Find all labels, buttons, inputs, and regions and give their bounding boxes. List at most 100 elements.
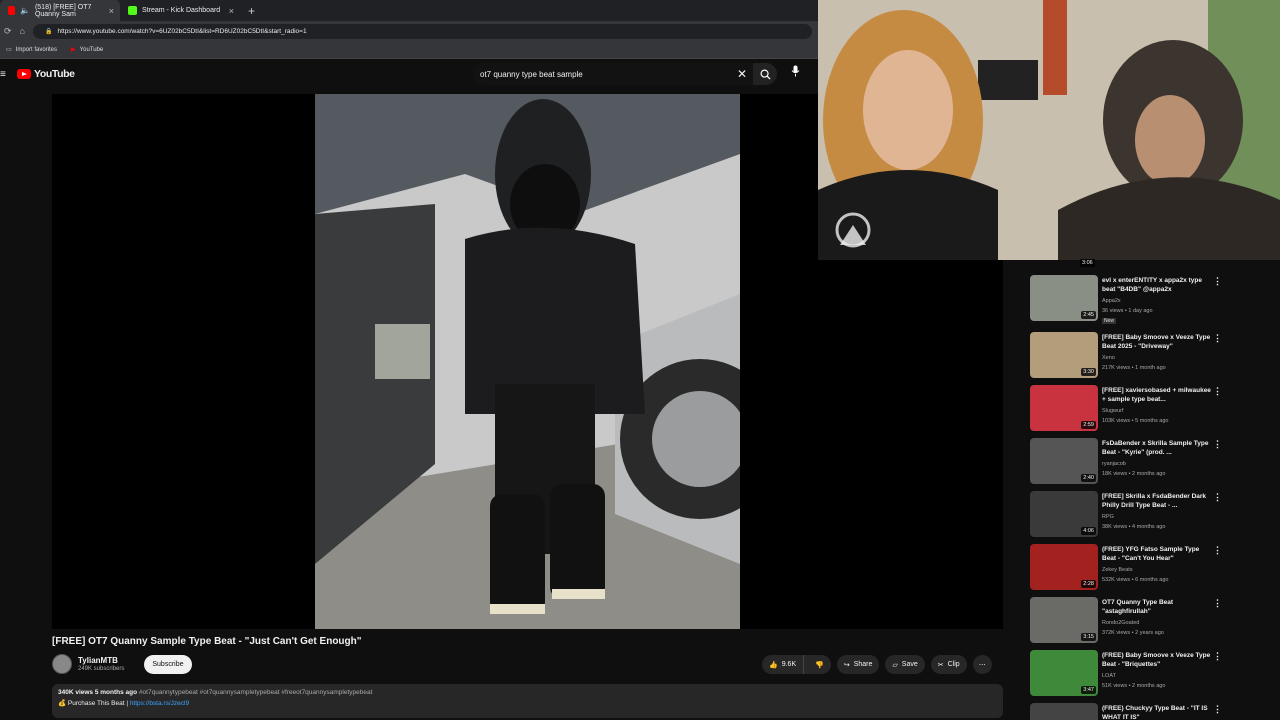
more-options-icon[interactable]: ⋮ bbox=[1213, 333, 1222, 344]
views-date: 340K views 5 months ago bbox=[58, 689, 138, 696]
related-video-meta: 51K views • 2 months ago bbox=[1102, 683, 1166, 689]
search-input[interactable]: ot7 quanny type beat sample ✕ bbox=[473, 63, 753, 85]
related-video-title[interactable]: OT7 Quanny Type Beat "astaghfirullah" bbox=[1102, 598, 1212, 617]
save-label: Save bbox=[901, 661, 918, 668]
related-video-item[interactable]: 2:40 FsDaBender x Skrilla Sample Type Be… bbox=[1010, 436, 1280, 486]
related-video-meta: 36 views • 1 day ago bbox=[1102, 308, 1153, 314]
related-video-item[interactable]: 2:59 [FREE] xaviersobased + milwaukee + … bbox=[1010, 383, 1280, 433]
related-video-channel[interactable]: RPG bbox=[1102, 514, 1114, 520]
search-button[interactable] bbox=[753, 63, 777, 85]
more-options-icon[interactable]: ⋮ bbox=[1213, 651, 1222, 662]
menu-icon[interactable]: ≡ bbox=[0, 69, 6, 80]
video-thumbnail[interactable]: 4:06 bbox=[1030, 491, 1098, 537]
video-thumbnail[interactable]: 2:59 bbox=[1030, 385, 1098, 431]
webcam-image bbox=[818, 0, 1280, 260]
related-video-item[interactable]: 3:47 (FREE) Baby Smoove x Veeze Type Bea… bbox=[1010, 648, 1280, 698]
related-video-channel[interactable]: LOAT bbox=[1102, 673, 1116, 679]
related-video-title[interactable]: evl x enterENTITY x appa2x type beat "B4… bbox=[1102, 276, 1212, 295]
more-icon: ⋯ bbox=[978, 661, 986, 669]
related-video-title[interactable]: [FREE] Skrilla x FsdaBender Dark Philly … bbox=[1102, 492, 1212, 511]
video-thumbnail[interactable]: 3:47 bbox=[1030, 650, 1098, 696]
duration-badge: 3:47 bbox=[1081, 686, 1096, 694]
youtube-play-icon bbox=[17, 69, 31, 79]
channel-avatar[interactable] bbox=[52, 654, 72, 674]
related-video-title[interactable]: (FREE) Baby Smoove x Veeze Type Beat - "… bbox=[1102, 651, 1212, 670]
close-tab-icon[interactable]: × bbox=[109, 6, 114, 16]
duration-badge: 2:40 bbox=[1081, 474, 1096, 482]
related-video-title[interactable]: [FREE] Baby Smoove x Veeze Type Beat 202… bbox=[1102, 333, 1212, 352]
reload-icon[interactable]: ⟳ bbox=[4, 26, 12, 37]
video-actions: 👍 9.6K 👎 ↪ Share ▱ Save ✂ Clip ⋯ bbox=[762, 655, 992, 674]
video-thumbnail[interactable]: 2:45 bbox=[1030, 275, 1098, 321]
share-label: Share bbox=[853, 661, 873, 668]
like-button[interactable]: 👍 9.6K bbox=[762, 655, 805, 674]
video-thumbnail[interactable]: 3:30 bbox=[1030, 332, 1098, 378]
clip-button[interactable]: ✂ Clip bbox=[930, 655, 967, 674]
like-dislike-group: 👍 9.6K 👎 bbox=[762, 655, 831, 674]
subscriber-count: 249K subscribers bbox=[78, 666, 125, 672]
url-input[interactable]: 🔒 https://www.youtube.com/watch?v=6UZ02b… bbox=[32, 23, 812, 39]
video-thumbnail[interactable]: 2:28 bbox=[1030, 544, 1098, 590]
bookmark-import-favorites[interactable]: ▭ Import favorites bbox=[6, 46, 57, 53]
related-video-item[interactable]: 3:15 OT7 Quanny Type Beat "astaghfirulla… bbox=[1010, 595, 1280, 645]
thumbs-down-icon: 👎 bbox=[815, 661, 824, 669]
tab-kick[interactable]: Stream - Kick Dashboard × bbox=[120, 0, 240, 21]
more-options-icon[interactable]: ⋮ bbox=[1213, 545, 1222, 556]
related-video-item[interactable]: (FREE) Chuckyy Type Beat - "IT IS WHAT I… bbox=[1010, 701, 1280, 720]
related-video-channel[interactable]: Xeno bbox=[1102, 355, 1115, 361]
save-icon: ▱ bbox=[892, 661, 898, 669]
address-bar: ⟳ ⌂ 🔒 https://www.youtube.com/watch?v=6U… bbox=[0, 21, 818, 41]
related-video-channel[interactable]: Rondo2Goated bbox=[1102, 620, 1139, 626]
duration-badge: 2:45 bbox=[1081, 311, 1096, 319]
related-video-item[interactable]: 2:28 (FREE) YFG Fatso Sample Type Beat -… bbox=[1010, 542, 1280, 592]
subscribe-button[interactable]: Subscribe bbox=[144, 654, 192, 674]
bookmarks-bar: ▭ Import favorites ▶ YouTube bbox=[0, 41, 818, 59]
related-video-item[interactable]: 4:06 [FREE] Skrilla x FsdaBender Dark Ph… bbox=[1010, 489, 1280, 539]
video-thumbnail[interactable]: 2:40 bbox=[1030, 438, 1098, 484]
tab-youtube[interactable]: 🔈 (518) [FREE] OT7 Quanny Sam × bbox=[0, 0, 120, 21]
more-options-icon[interactable]: ⋮ bbox=[1213, 598, 1222, 609]
share-button[interactable]: ↪ Share bbox=[836, 655, 880, 674]
related-videos-sidebar: 2:45 evl x enterENTITY x appa2x type bea… bbox=[1010, 260, 1280, 720]
video-frame bbox=[315, 94, 740, 629]
related-video-channel[interactable]: Zekey Beats bbox=[1102, 567, 1133, 573]
related-video-title[interactable]: (FREE) Chuckyy Type Beat - "IT IS WHAT I… bbox=[1102, 704, 1212, 720]
related-video-channel[interactable]: Appa2x bbox=[1102, 298, 1121, 304]
related-video-title[interactable]: (FREE) YFG Fatso Sample Type Beat - "Can… bbox=[1102, 545, 1212, 564]
new-tab-button[interactable]: + bbox=[248, 4, 255, 18]
channel-info: TylianMTB 249K subscribers bbox=[78, 656, 124, 672]
save-button[interactable]: ▱ Save bbox=[885, 655, 925, 674]
duration-badge: 2:59 bbox=[1081, 421, 1096, 429]
related-video-title[interactable]: FsDaBender x Skrilla Sample Type Beat - … bbox=[1102, 439, 1212, 458]
bookmark-youtube[interactable]: ▶ YouTube bbox=[71, 46, 103, 53]
home-icon[interactable]: ⌂ bbox=[20, 26, 25, 36]
purchase-link[interactable]: https://bsta.rs/Jzecl9 bbox=[130, 700, 189, 707]
more-options-icon[interactable]: ⋮ bbox=[1213, 439, 1222, 450]
more-options-icon[interactable]: ⋮ bbox=[1213, 492, 1222, 503]
video-thumbnail[interactable]: 3:15 bbox=[1030, 597, 1098, 643]
speaker-icon[interactable]: 🔈 bbox=[20, 6, 30, 15]
microphone-icon[interactable] bbox=[791, 65, 800, 80]
youtube-icon bbox=[8, 6, 15, 15]
more-options-icon[interactable]: ⋮ bbox=[1213, 276, 1222, 287]
share-icon: ↪ bbox=[843, 661, 850, 669]
close-tab-icon[interactable]: × bbox=[229, 6, 234, 16]
more-actions-button[interactable]: ⋯ bbox=[972, 655, 992, 674]
url-text: https://www.youtube.com/watch?v=6UZ02bC5… bbox=[57, 27, 307, 35]
video-image bbox=[315, 94, 740, 629]
clear-search-icon[interactable]: ✕ bbox=[737, 67, 747, 81]
more-options-icon[interactable]: ⋮ bbox=[1213, 386, 1222, 397]
related-video-item[interactable]: 3:30 [FREE] Baby Smoove x Veeze Type Bea… bbox=[1010, 330, 1280, 380]
scissors-icon: ✂ bbox=[937, 661, 944, 669]
channel-name[interactable]: TylianMTB bbox=[78, 656, 124, 665]
more-options-icon[interactable]: ⋮ bbox=[1213, 704, 1222, 715]
youtube-logo[interactable]: YouTube bbox=[17, 68, 75, 80]
video-thumbnail[interactable] bbox=[1030, 703, 1098, 720]
related-video-title[interactable]: [FREE] xaviersobased + milwaukee + sampl… bbox=[1102, 386, 1212, 405]
related-video-item[interactable]: 2:45 evl x enterENTITY x appa2x type bea… bbox=[1010, 273, 1280, 324]
video-description[interactable]: 340K views 5 months ago #ot7quannytypebe… bbox=[52, 684, 1003, 718]
related-video-channel[interactable]: ryanjacob bbox=[1102, 461, 1126, 467]
dislike-button[interactable]: 👎 bbox=[808, 661, 831, 669]
hashtags[interactable]: #ot7quannytypebeat #ot7quannysampletypeb… bbox=[139, 689, 372, 696]
related-video-channel[interactable]: Slugwurf bbox=[1102, 408, 1123, 414]
